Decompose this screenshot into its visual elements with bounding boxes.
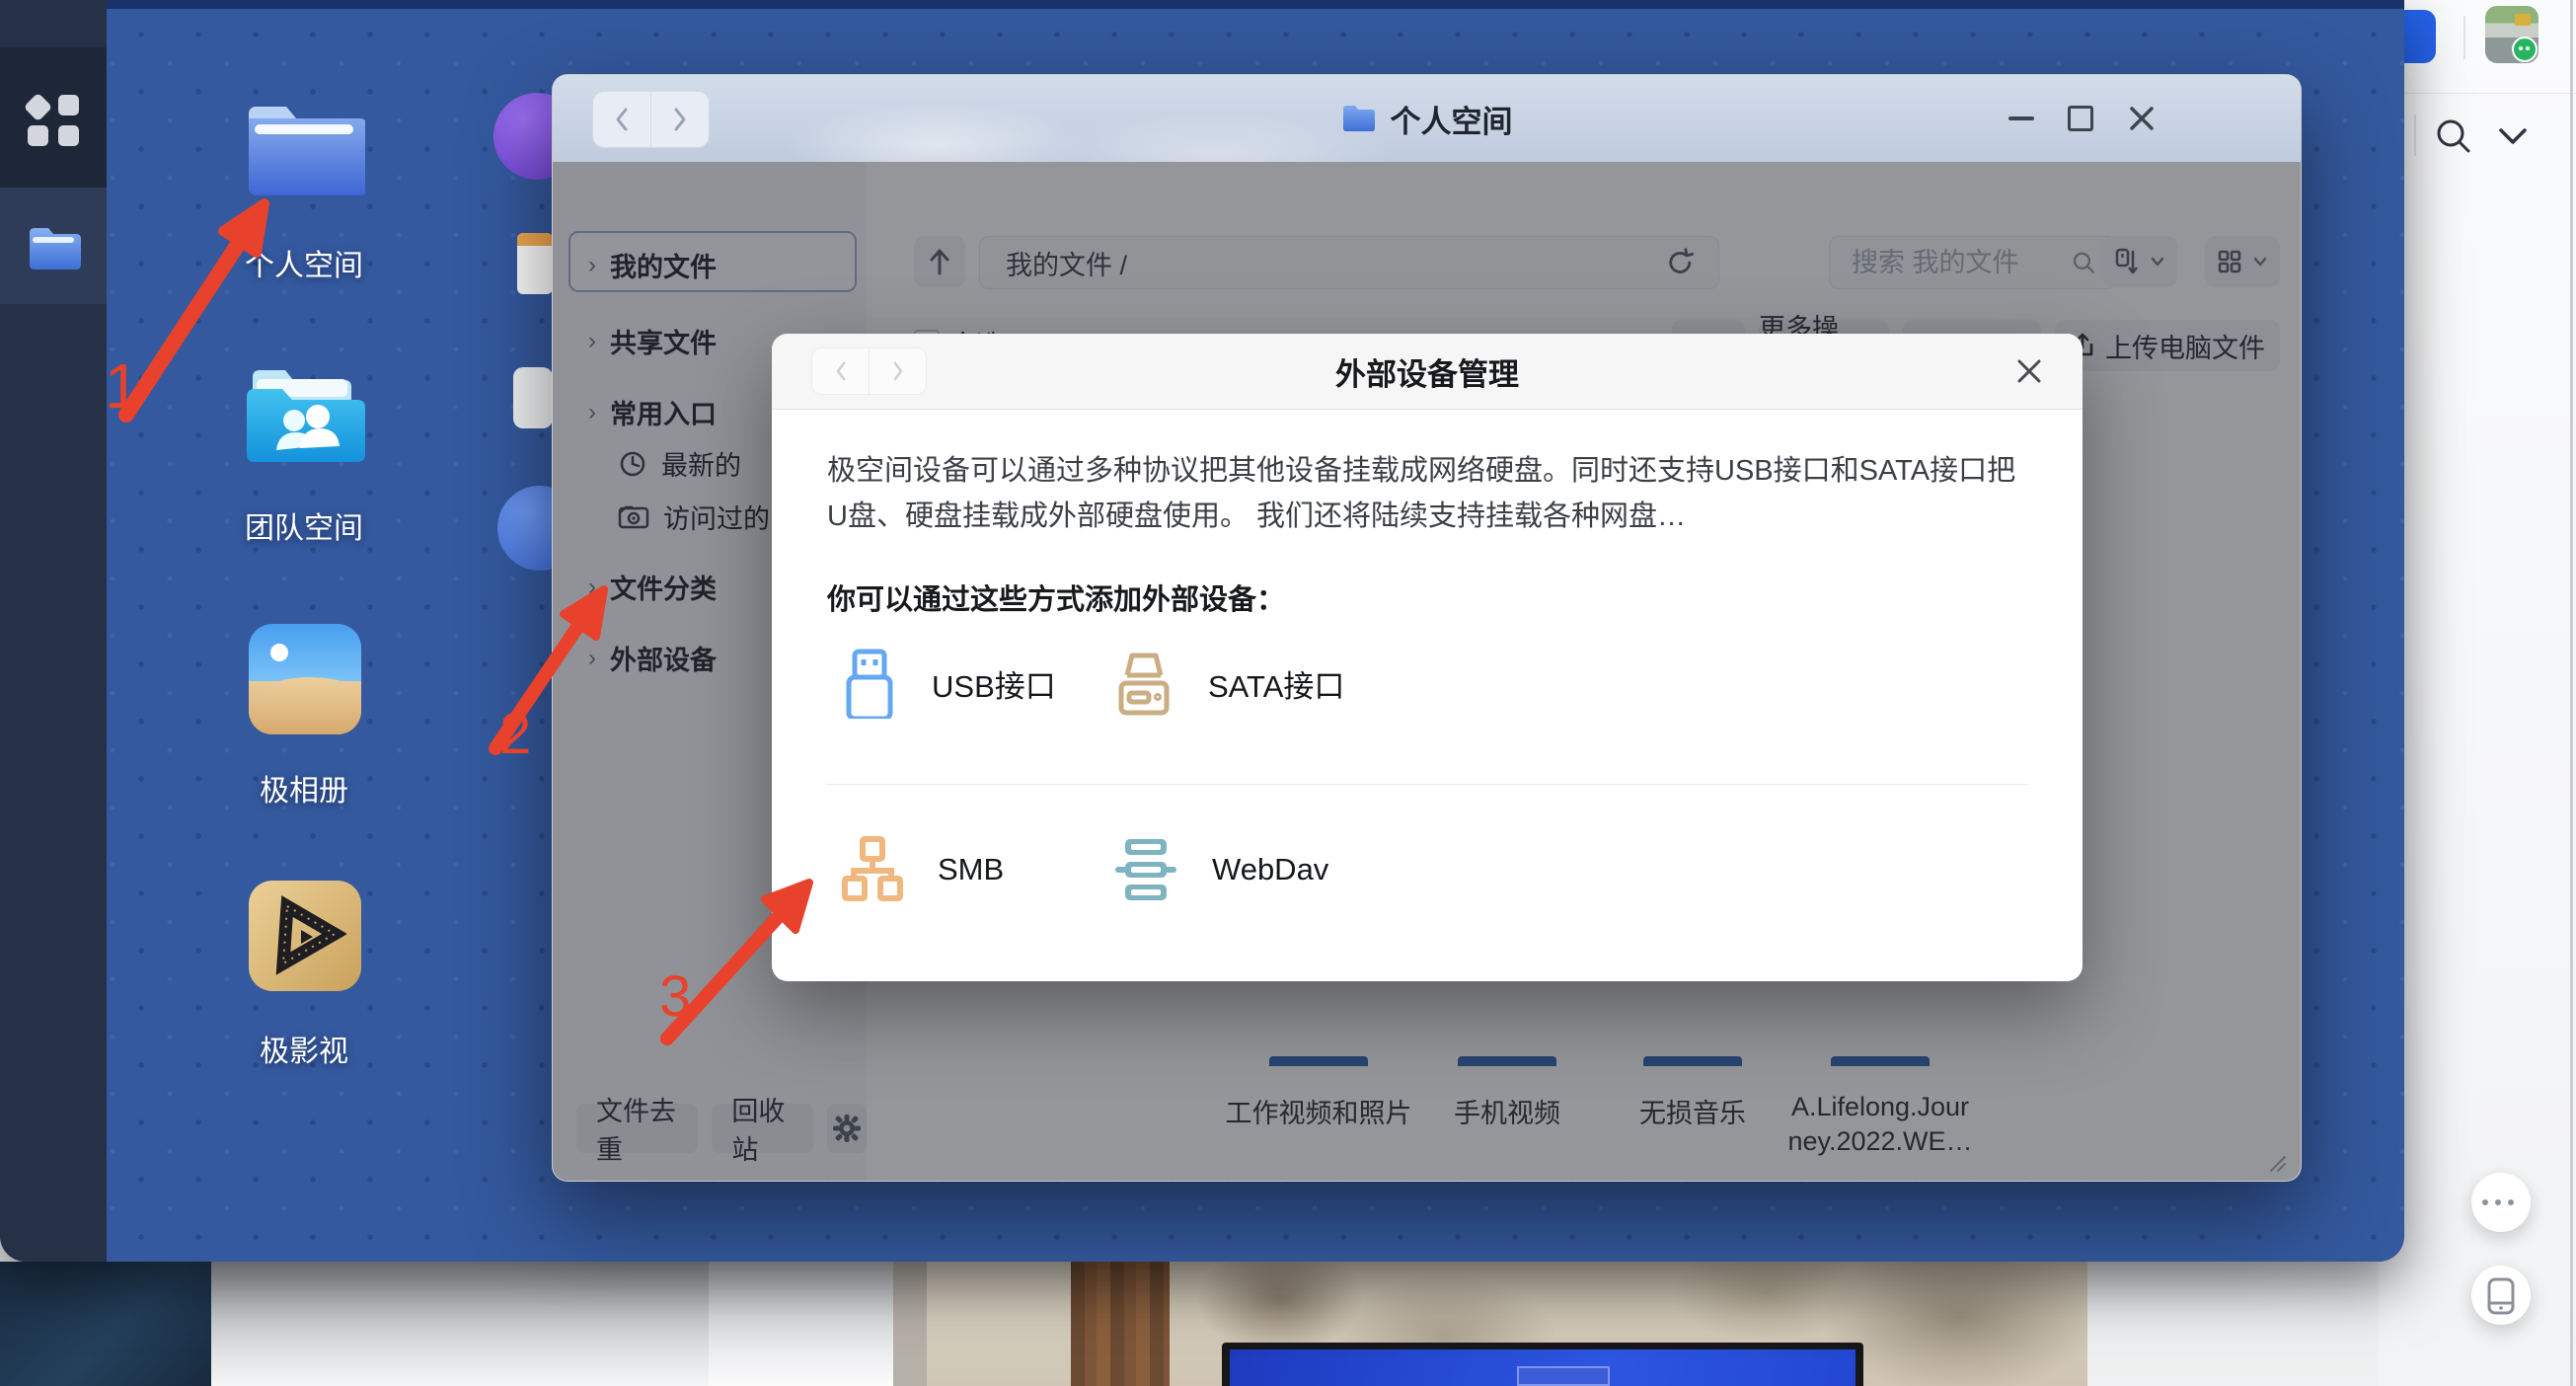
desktop-icon-label: 极相册 bbox=[186, 766, 422, 809]
window-title: 个人空间 bbox=[1391, 97, 1513, 141]
modal-title: 外部设备管理 bbox=[772, 334, 2083, 409]
maximize-button[interactable] bbox=[2068, 75, 2093, 162]
panel-divider bbox=[2404, 93, 2576, 94]
option-label: WebDav bbox=[1212, 852, 1328, 887]
option-label: USB接口 bbox=[932, 661, 1056, 706]
annotation-number-1: 1 bbox=[105, 349, 140, 423]
app-launcher-icon[interactable] bbox=[28, 95, 79, 146]
folder-icon bbox=[1341, 104, 1377, 133]
modal-subtitle: 你可以通过这些方式添加外部设备： bbox=[827, 577, 1285, 618]
sun-shape bbox=[270, 644, 288, 661]
desktop-icon-photos[interactable] bbox=[249, 624, 361, 734]
desktop-icon-label: 个人空间 bbox=[186, 241, 422, 284]
ellipsis-icon bbox=[2482, 1199, 2514, 1205]
background-texture bbox=[0, 1262, 211, 1386]
minimize-button[interactable] bbox=[2008, 75, 2034, 162]
toolbar-divider bbox=[2414, 115, 2416, 156]
desktop-icon-movies[interactable] bbox=[249, 881, 361, 991]
photo-wall bbox=[927, 1262, 1071, 1386]
photo-window-frame bbox=[893, 1262, 927, 1386]
files-app-icon[interactable] bbox=[26, 225, 81, 270]
background-gradient-light bbox=[709, 1262, 893, 1386]
close-icon bbox=[2015, 357, 2043, 385]
photo-tv bbox=[1222, 1343, 1863, 1386]
desktop-icon-label: 团队空间 bbox=[186, 503, 422, 547]
webdav-icon bbox=[1113, 835, 1178, 904]
option-webdav[interactable]: WebDav bbox=[1113, 835, 1328, 904]
modal-description: 极空间设备可以通过多种协议把其他设备挂载成网络硬盘。同时还支持USB接口和SAT… bbox=[827, 448, 2029, 539]
background-photo bbox=[893, 1262, 2087, 1386]
avatar[interactable] bbox=[2485, 6, 2538, 63]
desktop-icon-label: 极影视 bbox=[186, 1027, 422, 1070]
desktop-icon-team-space[interactable] bbox=[243, 363, 365, 462]
external-device-modal: 外部设备管理 极空间设备可以通过多种协议把其他设备挂载成网络硬盘。同时还支持US… bbox=[772, 334, 2083, 981]
search-icon[interactable] bbox=[2432, 115, 2475, 158]
wechat-badge-icon bbox=[2512, 37, 2538, 62]
sata-icon bbox=[1113, 648, 1174, 719]
photo-wood-pillar bbox=[1071, 1262, 1170, 1386]
option-smb[interactable]: SMB bbox=[841, 835, 1004, 904]
options-divider bbox=[827, 784, 2027, 785]
desktop-top-strip bbox=[107, 0, 2404, 9]
option-label: SMB bbox=[938, 852, 1004, 887]
smb-icon bbox=[841, 835, 904, 904]
left-rail bbox=[0, 0, 107, 1262]
hidden-desktop-icon bbox=[517, 233, 553, 294]
usb-icon bbox=[841, 648, 898, 719]
option-label: SATA接口 bbox=[1208, 661, 1344, 706]
dune-shape bbox=[249, 677, 361, 734]
avatar-photo-detail bbox=[2515, 14, 2531, 26]
annotation-number-2: 2 bbox=[499, 701, 531, 767]
device-fab[interactable] bbox=[2471, 1266, 2531, 1325]
option-usb[interactable]: USB接口 bbox=[841, 648, 1056, 719]
screen-right-edge bbox=[2570, 0, 2573, 1386]
screen: 个人空间 团队空间 极相册 极影视 bbox=[0, 0, 2576, 1386]
annotation-number-3: 3 bbox=[659, 963, 691, 1030]
more-options-fab[interactable] bbox=[2471, 1173, 2531, 1232]
modal-close-button[interactable] bbox=[2015, 357, 2043, 385]
window-title-wrap: 个人空间 bbox=[553, 75, 2301, 162]
option-sata[interactable]: SATA接口 bbox=[1113, 648, 1344, 719]
close-button[interactable] bbox=[2129, 75, 2155, 162]
desktop-icon-personal-space[interactable] bbox=[243, 99, 365, 197]
client-right-panel bbox=[2379, 0, 2576, 1386]
chevron-down-icon[interactable] bbox=[2493, 124, 2533, 150]
header-divider bbox=[2463, 16, 2465, 59]
photo-tv-searchbox bbox=[1517, 1366, 1610, 1386]
hidden-desktop-icon bbox=[513, 367, 553, 428]
